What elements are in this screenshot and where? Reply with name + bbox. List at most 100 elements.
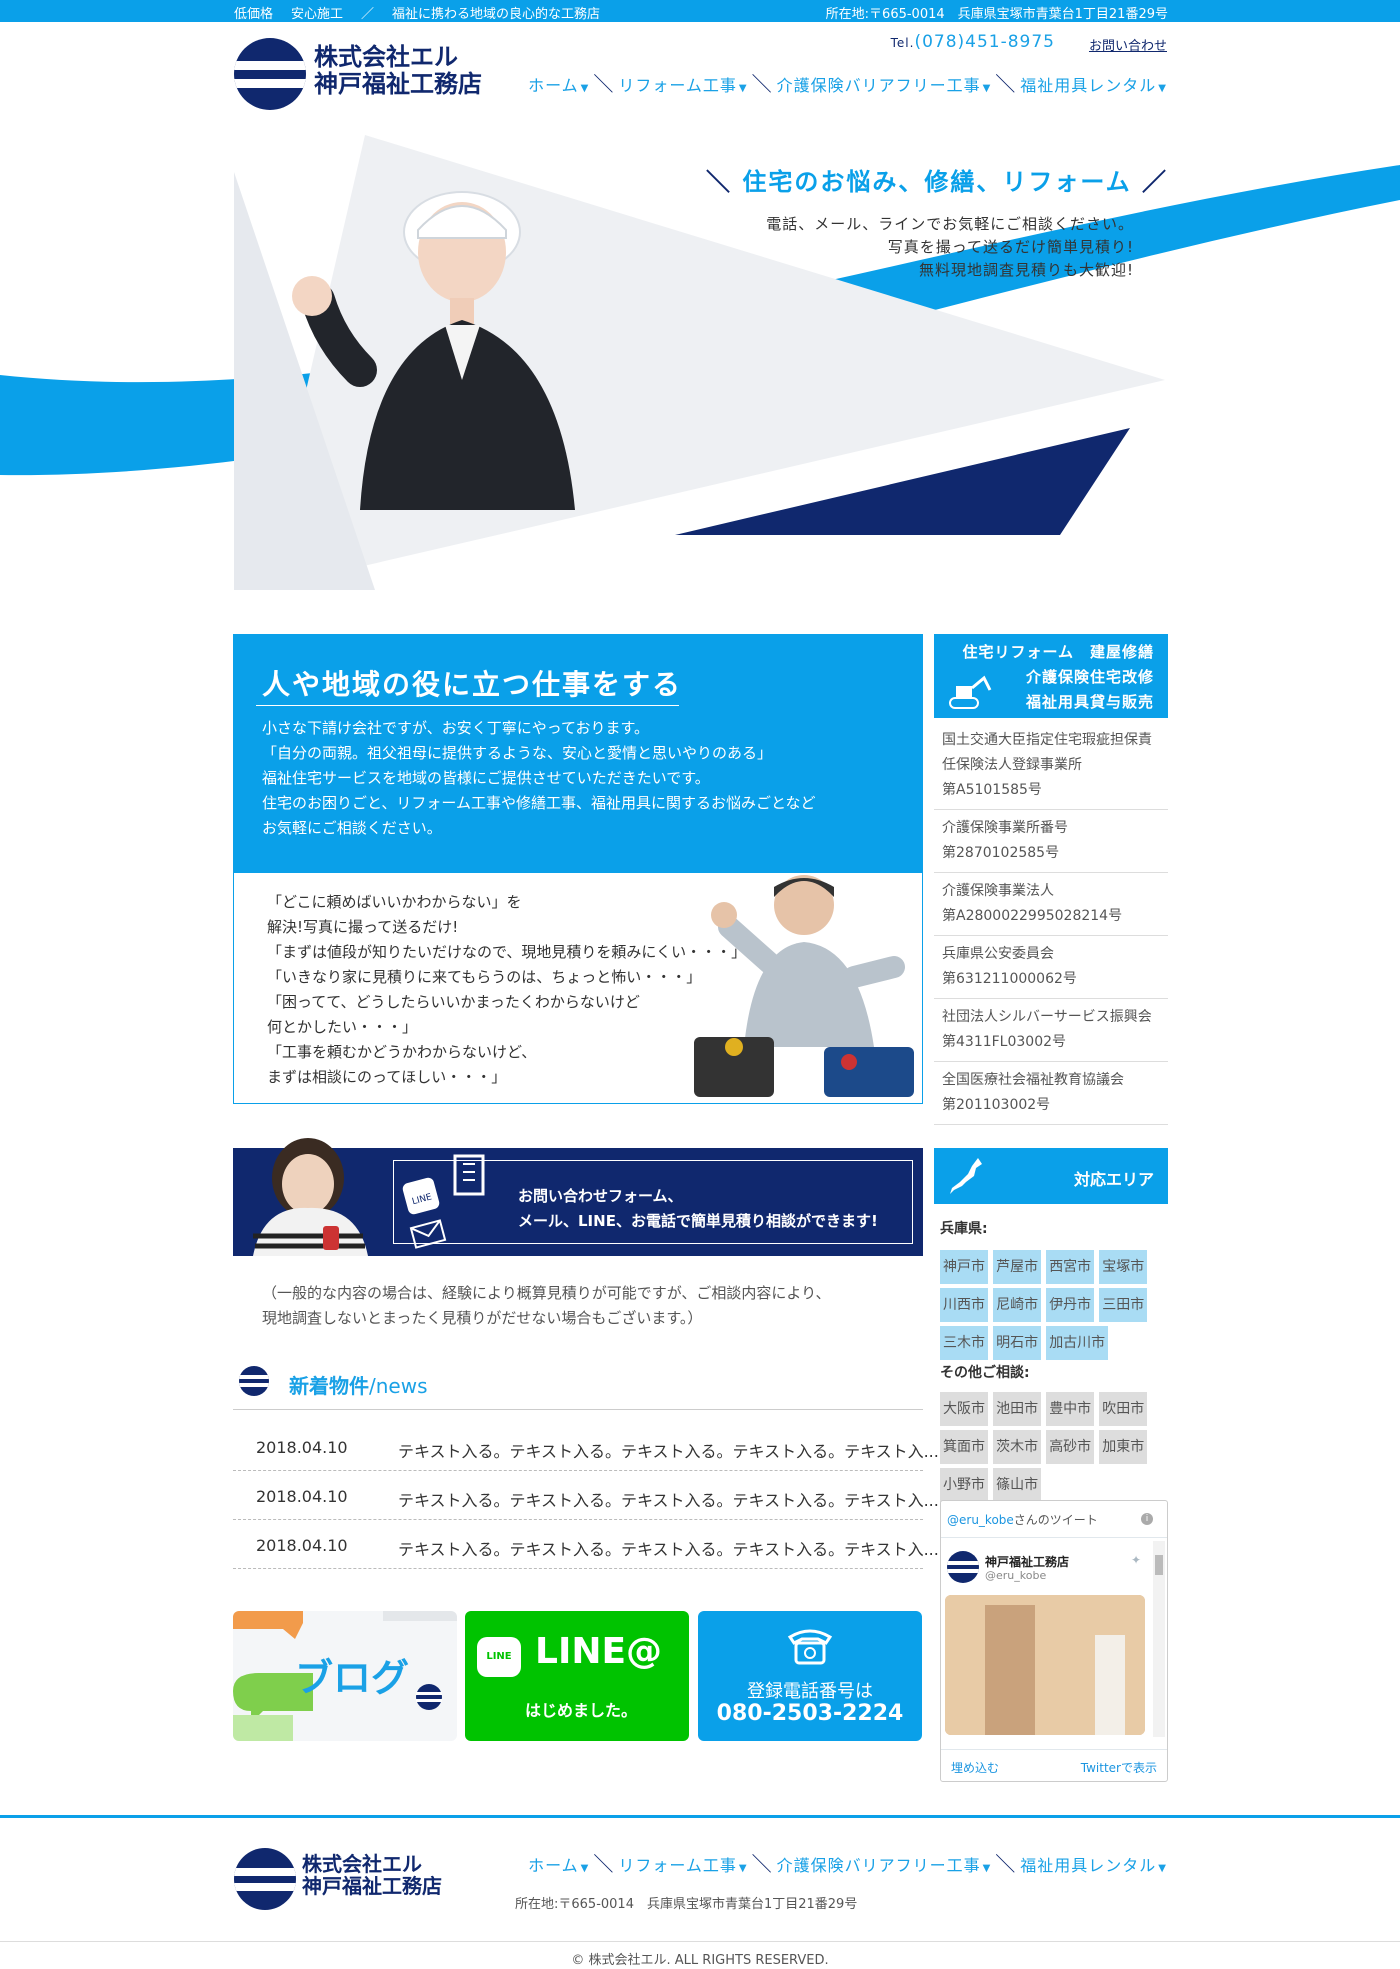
footer-nav-rental[interactable]: 福祉用具レンタル ▼ — [1020, 1852, 1167, 1876]
nav-barrier-free[interactable]: 介護保険バリアフリー工事 ▼ — [777, 72, 992, 96]
other-label: その他ご相談: — [940, 1365, 1030, 1381]
cert-item: 介護保険事業所番号 第2870102585号 — [934, 810, 1168, 873]
news-header: 新着物件/news — [233, 1362, 923, 1410]
blog-button[interactable]: ブログ — [233, 1611, 457, 1741]
news-item[interactable]: 2018.04.10 テキスト入る。テキスト入る。テキスト入る。テキスト入る。テキ… — [233, 1520, 939, 1569]
twitter-embed-link[interactable]: 埋め込む — [951, 1759, 999, 1776]
services-box: 住宅リフォーム 建屋修繕 介護保険住宅改修 福祉用具貸与販売 — [934, 634, 1168, 718]
city-tag: 吹田市 — [1099, 1392, 1148, 1426]
copyright: © 株式会社エル. ALL RIGHTS RESERVED. — [571, 1953, 829, 1968]
phone-label: 登録電話番号は — [747, 1681, 873, 1702]
tag-separator: ／ — [361, 7, 375, 22]
tweet-user-handle: @eru_kobe — [985, 1569, 1047, 1582]
logo-company-name: 株式会社エル 神戸福祉工務店 — [314, 43, 482, 98]
certifications: 国土交通大臣指定住宅瑕疵担保責任保険法人登録事業所 第A5101585号 介護保険… — [934, 722, 1168, 1125]
area-title: 対応エリア — [1073, 1170, 1154, 1189]
city-tag: 箕面市 — [940, 1430, 988, 1464]
twitter-title: @eru_kobeさんのツイート — [947, 1513, 1098, 1527]
hyogo-label: 兵庫県: — [940, 1221, 988, 1237]
hero-headline-wrap: ＼ 住宅のお悩み、修繕、リフォーム ／ — [706, 168, 1168, 196]
top-bar: 低価格 安心施工 ／ 福祉に携わる地域の良心的な工務店 所在地:〒665-001… — [0, 0, 1400, 22]
line-sub: はじめました。 — [525, 1701, 638, 1720]
nav-reform[interactable]: リフォーム工事 ▼ — [618, 72, 747, 96]
news-logo-icon — [239, 1366, 269, 1396]
city-tag: 宝塚市 — [1099, 1250, 1148, 1284]
city-tag: 三田市 — [1099, 1288, 1148, 1322]
chevron-down-icon: ▼ — [982, 83, 992, 94]
cert-item: 介護保険事業法人 第A2800022995028214号 — [934, 873, 1168, 936]
top-bar-tags: 低価格 安心施工 ／ 福祉に携わる地域の良心的な工務店 — [234, 3, 600, 22]
chevron-down-icon: ▼ — [738, 1863, 748, 1874]
chevron-down-icon: ▼ — [982, 1863, 992, 1874]
hero-copy: 電話、メール、ラインでお気軽にご相談ください。 写真を撮って送るだけ簡単見積り!… — [766, 215, 1134, 279]
footer-logo-icon[interactable] — [234, 1848, 296, 1910]
about-title: 人や地域の役に立つ仕事をする — [262, 668, 683, 701]
city-tag: 伊丹市 — [1046, 1288, 1095, 1322]
chevron-down-icon: ▼ — [1158, 1863, 1167, 1874]
phone-button[interactable]: 登録電話番号は 080-2503-2224 — [698, 1611, 922, 1741]
contact-banner-text: お問い合わせフォーム、 メール、LINE、お電話で簡単見積り相談ができます! — [518, 1187, 878, 1230]
line-button[interactable]: LINE LINE@ はじめました。 — [465, 1611, 689, 1741]
footer-nav: ホーム ▼ ＼ リフォーム工事 ▼ ＼ 介護保険バリアフリー工事 ▼ ＼ 福祉用具レン… — [528, 1852, 1167, 1876]
cert-item: 兵庫県公安委員会 第631211000062号 — [934, 936, 1168, 999]
phone-number: 080-2503-2224 — [716, 1701, 904, 1726]
footer-nav-barrier-free[interactable]: 介護保険バリアフリー工事 ▼ — [777, 1852, 992, 1876]
tag-low-price: 低価格 — [234, 7, 274, 22]
footer-nav-reform[interactable]: リフォーム工事 ▼ — [618, 1852, 747, 1876]
hyogo-cities: 神戸市 芦屋市 西宮市 宝塚市 川西市 尼崎市 伊丹市 三田市 三木市 明石市 … — [940, 1250, 1170, 1364]
city-tag: 池田市 — [993, 1392, 1042, 1426]
cert-item: 全国医療社会福祉教育協議会 第201103002号 — [934, 1062, 1168, 1125]
city-tag: 川西市 — [940, 1288, 988, 1322]
city-tag: 明石市 — [993, 1326, 1042, 1360]
footer-address: 所在地:〒665-0014 兵庫県宝塚市青葉台1丁目21番29号 — [515, 1897, 858, 1912]
avatar[interactable] — [947, 1551, 979, 1583]
tag-tagline: 福祉に携わる地域の良心的な工務店 — [392, 7, 601, 22]
other-cities: 大阪市 池田市 豊中市 吹田市 箕面市 茨木市 高砂市 加東市 小野市 篠山市 — [940, 1392, 1170, 1506]
city-tag: 尼崎市 — [993, 1288, 1042, 1322]
news-title: 新着物件/news — [289, 1374, 428, 1398]
header-tel[interactable]: Tel.(078)451-8975 — [891, 32, 1055, 52]
twitter-bird-icon: ✦ — [1131, 1553, 1142, 1567]
contact-banner[interactable]: LINE お問い合わせフォーム、 メール、LINE、お電話で簡単見積り相談ができ… — [233, 1138, 923, 1256]
nav-rental[interactable]: 福祉用具レンタル ▼ — [1020, 72, 1167, 96]
cert-item: 国土交通大臣指定住宅瑕疵担保責任保険法人登録事業所 第A5101585号 — [934, 722, 1168, 810]
hero-headline: 住宅のお悩み、修繕、リフォーム — [742, 168, 1132, 196]
city-tag: 大阪市 — [940, 1392, 988, 1426]
city-tag: 加古川市 — [1046, 1326, 1109, 1360]
line-icon: LINE — [477, 1637, 521, 1677]
estimate-note: （一般的な内容の場合は、経験により概算見積りが可能ですが、ご相談内容により、 現… — [262, 1284, 831, 1327]
contact-icons: LINE — [402, 1154, 485, 1249]
blog-label: ブログ — [295, 1656, 410, 1700]
area-header: 対応エリア — [934, 1148, 1168, 1204]
city-tag: 高砂市 — [1046, 1430, 1095, 1464]
footer: 株式会社エル 神戸福祉工務店 ホーム ▼ ＼ リフォーム工事 ▼ ＼ 介護保険バリア… — [0, 1815, 1400, 1969]
cert-item: 社団法人シルバーサービス振興会 第4311FL03002号 — [934, 999, 1168, 1062]
city-tag: 小野市 — [940, 1468, 988, 1502]
contact-link[interactable]: お問い合わせ — [1089, 35, 1167, 54]
info-icon[interactable]: i — [1141, 1513, 1153, 1525]
about-intro: 人や地域の役に立つ仕事をする 小さな下請け会社ですが、お安く丁寧にやっております… — [234, 635, 922, 873]
about-body: 小さな下請け会社ですが、お安く丁寧にやっております。 「自分の両親。祖父祖母に提… — [262, 719, 816, 837]
nav-home[interactable]: ホーム ▼ — [528, 72, 589, 96]
chevron-down-icon: ▼ — [738, 83, 748, 94]
hero-banner: ＼ 住宅のお悩み、修繕、リフォーム ／ 電話、メール、ラインでお気軽にご相談くだ… — [0, 120, 1400, 610]
services-list: 住宅リフォーム 建屋修繕 介護保険住宅改修 福祉用具貸与販売 — [962, 643, 1154, 711]
chevron-down-icon: ▼ — [1158, 83, 1167, 94]
footer-nav-home[interactable]: ホーム ▼ — [528, 1852, 589, 1876]
title-underline — [256, 705, 679, 706]
worker-photo — [694, 875, 914, 1097]
widget-scrollbar[interactable] — [1153, 1541, 1165, 1737]
city-tag: 茨木市 — [993, 1430, 1042, 1464]
city-tag: 豊中市 — [1046, 1392, 1095, 1426]
top-bar-address: 所在地:〒665-0014 兵庫県宝塚市青葉台1丁目21番29号 — [825, 7, 1168, 22]
tweet-user-name[interactable]: 神戸福祉工務店 — [985, 1553, 1069, 1570]
japan-map-icon — [950, 1158, 982, 1194]
tag-safe: 安心施工 — [291, 7, 344, 22]
city-tag: 西宮市 — [1046, 1250, 1095, 1284]
news-item[interactable]: 2018.04.10 テキスト入る。テキスト入る。テキスト入る。テキスト入る。テキ… — [233, 1471, 939, 1520]
tweet-image[interactable] — [945, 1595, 1145, 1735]
news-item[interactable]: 2018.04.10 テキスト入る。テキスト入る。テキスト入る。テキスト入る。テキ… — [233, 1422, 939, 1471]
city-tag: 神戸市 — [940, 1250, 988, 1284]
twitter-view-link[interactable]: Twitterで表示 — [1081, 1759, 1157, 1776]
twitter-widget: @eru_kobeさんのツイート i 神戸福祉工務店 @eru_kobe ✦ 埋… — [940, 1500, 1168, 1782]
